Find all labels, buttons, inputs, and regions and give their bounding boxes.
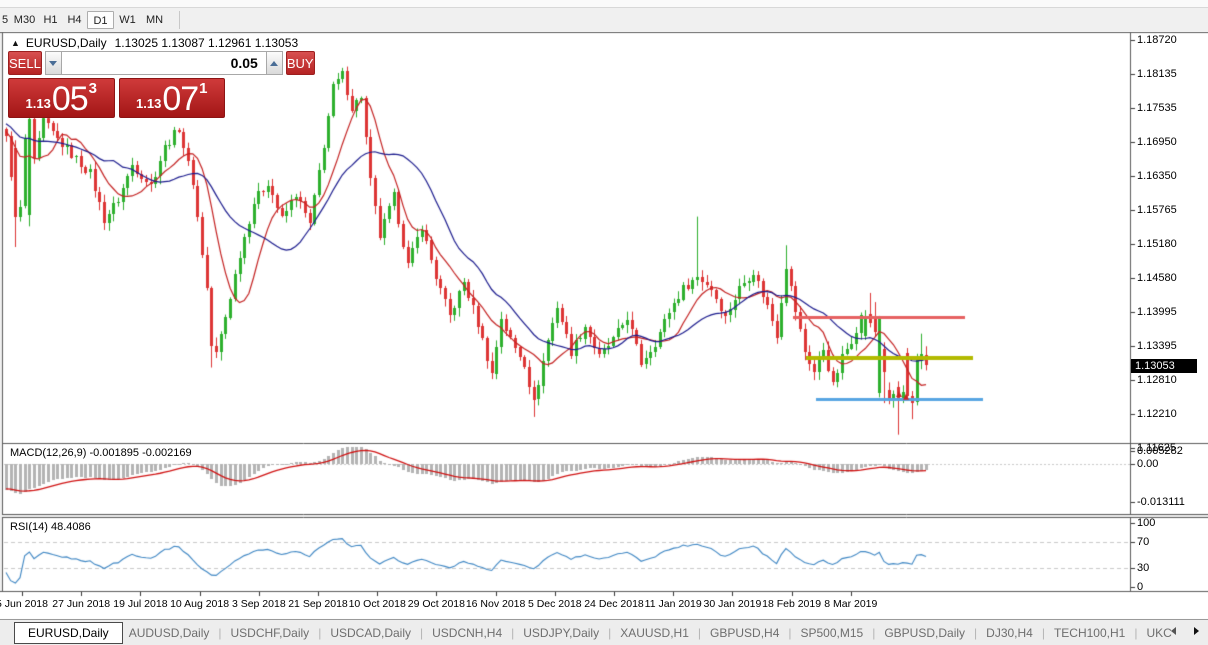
tab-ukc[interactable]: UKC (1146, 626, 1171, 640)
price-tick-label: 1.13995 (1137, 306, 1177, 318)
date-tick-label: 8 Mar 2019 (813, 598, 889, 610)
tab-usdchf-daily[interactable]: USDCHF,Daily (231, 626, 310, 640)
chart-header: ▲ EURUSD,Daily 1.13025 1.13087 1.12961 1… (11, 36, 298, 50)
tab-separator: | (511, 626, 514, 640)
toolbar-separator (179, 11, 180, 29)
macd-tick-label: -0.013111 (1137, 496, 1185, 508)
price-tick-label: 1.18720 (1137, 34, 1177, 46)
macd-tick-label: 0.00 (1137, 458, 1158, 470)
rsi-tick-label: 30 (1137, 562, 1149, 574)
price-tick-label: 1.16950 (1137, 136, 1177, 148)
buy-price-small: 1.13 (136, 96, 161, 111)
timeframe-button-w1[interactable]: W1 (115, 11, 140, 29)
tab-separator: | (788, 626, 791, 640)
buy-price-sup: 1 (199, 80, 207, 97)
sell-button[interactable]: SELL (8, 51, 42, 75)
symbol-tab-bar: EURUSD,Daily AUDUSD,Daily | USDCHF,Daily | US… (0, 619, 1208, 645)
buy-button[interactable]: BUY (286, 51, 315, 75)
sell-price-box[interactable]: 1.13 05 3 (8, 78, 115, 118)
timeframe-button-m30[interactable]: M30 (11, 11, 38, 29)
trade-panel-price-row: 1.13 05 3 1.13 07 1 (8, 78, 225, 118)
tab-scroll-controls (1171, 627, 1205, 635)
rsi-tick-label: 100 (1137, 517, 1155, 529)
tab-separator: | (698, 626, 701, 640)
volume-spinner (45, 51, 283, 75)
chart-collapse-icon[interactable]: ▲ (11, 38, 20, 48)
tab-separator: | (318, 626, 321, 640)
timeframe-toolbar: 5M30H1H4D1W1MN (0, 8, 1208, 32)
tab-separator: | (1042, 626, 1045, 640)
scroll-right-icon[interactable] (1194, 627, 1199, 635)
scroll-left-icon[interactable] (1171, 627, 1176, 635)
tab-sp500-m15[interactable]: SP500,M15 (801, 626, 864, 640)
buy-price-box[interactable]: 1.13 07 1 (119, 78, 226, 118)
price-tick-label: 1.12210 (1137, 408, 1177, 420)
rsi-tick-label: 0 (1137, 581, 1143, 593)
timeframe-button-h1[interactable]: H1 (39, 11, 62, 29)
tab-separator: | (872, 626, 875, 640)
volume-input[interactable] (62, 51, 266, 75)
tab-usdjpy-daily[interactable]: USDJPY,Daily (523, 626, 599, 640)
chart-symbol-label: EURUSD,Daily (26, 36, 107, 50)
trading-platform-window: 5M30H1H4D1W1MN ▲ EURUSD,Daily 1.13025 1.… (0, 0, 1208, 645)
sell-price-sup: 3 (89, 80, 97, 97)
tab-separator: | (420, 626, 423, 640)
price-tick-label: 1.14580 (1137, 272, 1177, 284)
one-click-trade-panel: SELL BUY 1.13 05 3 1.13 07 1 (8, 51, 225, 118)
tab-separator: | (974, 626, 977, 640)
chevron-up-icon (270, 61, 278, 66)
macd-tick-label: 0.005282 (1137, 445, 1183, 457)
tab-separator: | (1134, 626, 1137, 640)
tab-usdcad-daily[interactable]: USDCAD,Daily (330, 626, 411, 640)
price-tick-label: 1.15765 (1137, 204, 1177, 216)
tab-dj30-h4[interactable]: DJ30,H4 (986, 626, 1033, 640)
timeframe-button-h4[interactable]: H4 (63, 11, 86, 29)
current-price-tag: 1.13053 (1131, 359, 1197, 373)
toolbar-remnant-strip (0, 0, 1208, 8)
tab-eurusd-daily[interactable]: EURUSD,Daily (14, 622, 123, 644)
tab-gbpusd-daily[interactable]: GBPUSD,Daily (884, 626, 965, 640)
chart-ohlc-values: 1.13025 1.13087 1.12961 1.13053 (115, 36, 299, 50)
price-tick-label: 1.15180 (1137, 238, 1177, 250)
tab-separator: | (218, 626, 221, 640)
volume-decrease-button[interactable] (45, 51, 62, 75)
macd-indicator-label: MACD(12,26,9) -0.001895 -0.002169 (10, 447, 192, 459)
buy-price-big: 07 (162, 83, 198, 115)
sell-price-big: 05 (52, 83, 88, 115)
volume-increase-button[interactable] (266, 51, 283, 75)
price-tick-label: 1.13395 (1137, 340, 1177, 352)
rsi-indicator-label: RSI(14) 48.4086 (10, 521, 91, 533)
tab-tech100-h1[interactable]: TECH100,H1 (1054, 626, 1125, 640)
tab-usdcnh-h4[interactable]: USDCNH,H4 (432, 626, 502, 640)
timeframe-button-d1[interactable]: D1 (87, 11, 114, 29)
tab-audusd-daily[interactable]: AUDUSD,Daily (129, 626, 210, 640)
chevron-down-icon (49, 61, 57, 66)
tab-xauusd-h1[interactable]: XAUUSD,H1 (620, 626, 689, 640)
tab-gbpusd-h4[interactable]: GBPUSD,H4 (710, 626, 779, 640)
tab-separator: | (608, 626, 611, 640)
price-tick-label: 1.18135 (1137, 68, 1177, 80)
price-tick-label: 1.17535 (1137, 102, 1177, 114)
rsi-tick-label: 70 (1137, 536, 1149, 548)
trade-panel-top-row: SELL BUY (8, 51, 225, 75)
price-tick-label: 1.16350 (1137, 170, 1177, 182)
price-tick-label: 1.12810 (1137, 374, 1177, 386)
timeframe-button-5[interactable]: 5 (0, 11, 10, 29)
sell-price-small: 1.13 (26, 96, 51, 111)
timeframe-button-mn[interactable]: MN (141, 11, 168, 29)
